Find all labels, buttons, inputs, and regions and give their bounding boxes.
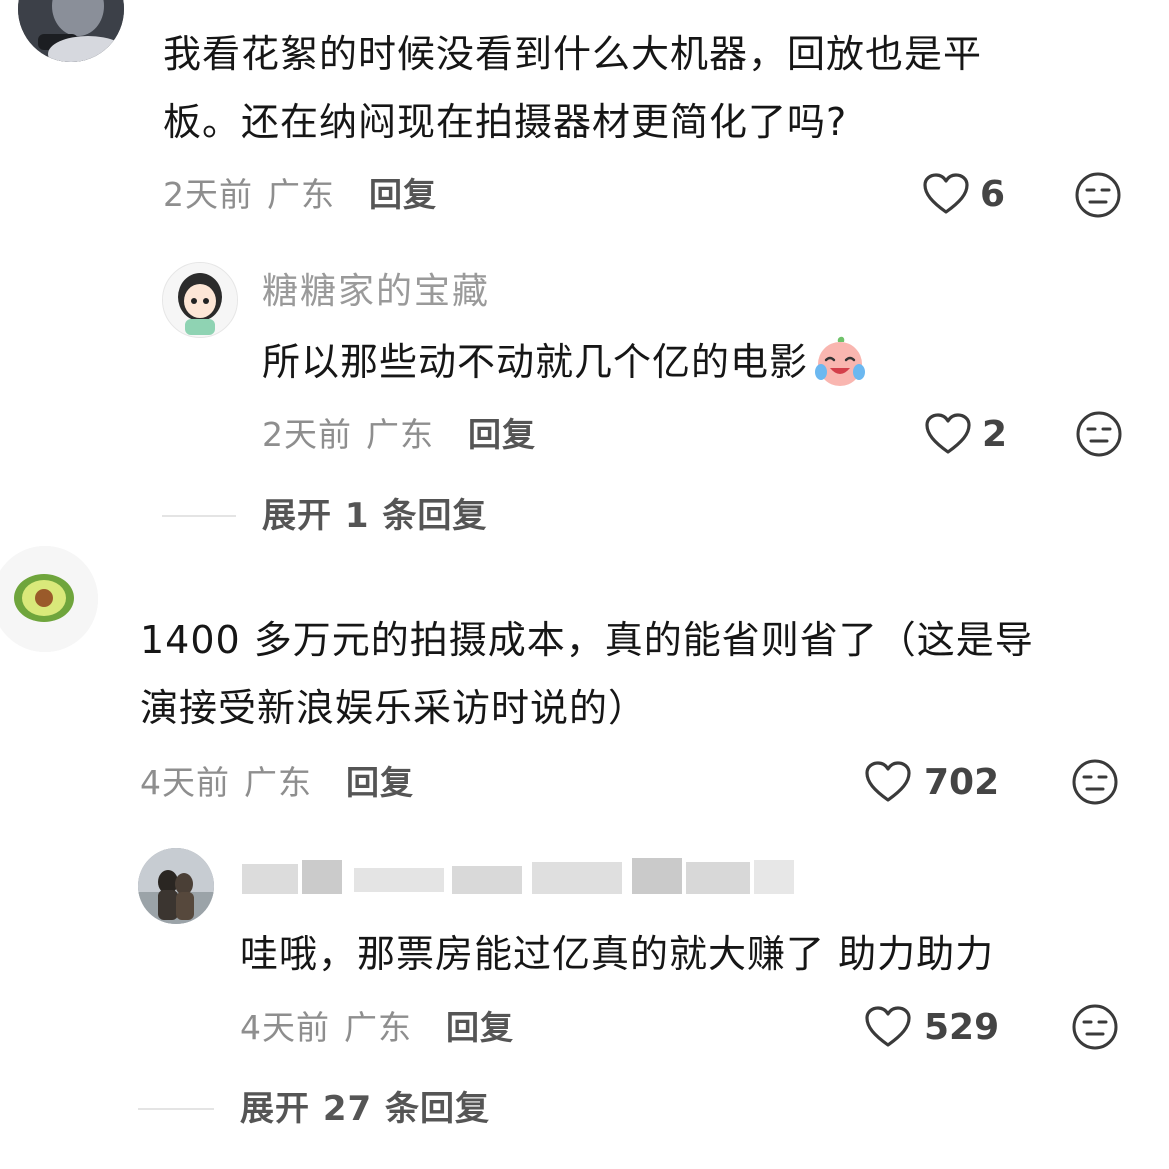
cartoon-girl-avatar-icon	[163, 263, 237, 337]
comment-location: 广东	[244, 763, 312, 802]
reply-time: 2天前	[262, 415, 352, 454]
reply-location: 广东	[344, 1008, 412, 1047]
expand-divider	[162, 515, 236, 517]
reply-text: 哇哦，那票房能过亿真的就大赚了 助力助力	[240, 932, 995, 976]
reply-time: 4天前	[240, 1008, 330, 1047]
reply-location: 广东	[366, 415, 434, 454]
meh-face-icon	[1072, 759, 1118, 805]
like-count: 702	[924, 761, 1000, 803]
avatar-photo-icon	[18, 0, 124, 62]
heart-outline-icon	[864, 760, 912, 804]
comment-time: 4天前	[140, 763, 230, 802]
like-button[interactable]: 702	[864, 758, 999, 806]
heart-outline-icon	[922, 172, 970, 216]
heart-outline-icon	[864, 1005, 912, 1049]
like-button[interactable]: 529	[864, 1003, 999, 1051]
heart-outline-icon	[924, 412, 972, 456]
redacted-username	[242, 858, 802, 898]
reply-avatar[interactable]	[138, 848, 214, 924]
comment-time: 2天前	[163, 175, 253, 214]
couple-photo-avatar-icon	[138, 848, 214, 924]
meh-face-icon	[1076, 411, 1122, 457]
reply-username[interactable]: 糖糖家的宝藏	[262, 268, 490, 316]
comment-meta: 4天前 广东 回复	[140, 758, 414, 802]
dislike-button[interactable]	[1071, 1003, 1119, 1051]
expand-replies-button[interactable]: 展开 1 条回复	[262, 494, 487, 538]
expand-divider	[138, 1108, 214, 1110]
commenter-avatar[interactable]	[0, 546, 98, 652]
reply-button[interactable]: 回复	[468, 408, 536, 456]
expand-replies-button[interactable]: 展开 27 条回复	[240, 1087, 490, 1131]
comment-meta: 2天前 广东 回复	[163, 170, 437, 214]
comment-location: 广东	[267, 175, 335, 214]
avocado-avatar-icon	[0, 546, 98, 652]
comment-text: 我看花絮的时候没看到什么大机器，回放也是平 板。还在纳闷现在拍摄器材更简化了吗?	[163, 32, 983, 144]
like-count: 2	[982, 413, 1008, 455]
dislike-button[interactable]	[1071, 758, 1119, 806]
blurred-username-mosaic	[242, 858, 794, 894]
crying-laughing-emoji	[812, 334, 868, 390]
meh-face-icon	[1072, 1004, 1118, 1050]
reply-avatar[interactable]	[162, 262, 238, 338]
reply-button[interactable]: 回复	[369, 168, 437, 216]
meh-face-icon	[1075, 172, 1121, 218]
dislike-button[interactable]	[1075, 410, 1123, 458]
like-count: 529	[924, 1006, 1000, 1048]
reply-text: 所以那些动不动就几个亿的电影	[262, 328, 868, 396]
commenter-avatar[interactable]	[18, 0, 124, 62]
like-button[interactable]: 6	[922, 170, 1005, 218]
reply-button[interactable]: 回复	[346, 756, 414, 804]
comment-text: 1400 多万元的拍摄成本，真的能省则省了（这是导 演接受新浪娱乐采访时说的）	[140, 618, 1034, 730]
dislike-button[interactable]	[1074, 171, 1122, 219]
reply-meta: 4天前 广东 回复	[240, 1003, 514, 1047]
reply-button[interactable]: 回复	[446, 1001, 514, 1049]
like-count: 6	[980, 173, 1006, 215]
like-button[interactable]: 2	[924, 410, 1007, 458]
reply-meta: 2天前 广东 回复	[262, 410, 536, 454]
